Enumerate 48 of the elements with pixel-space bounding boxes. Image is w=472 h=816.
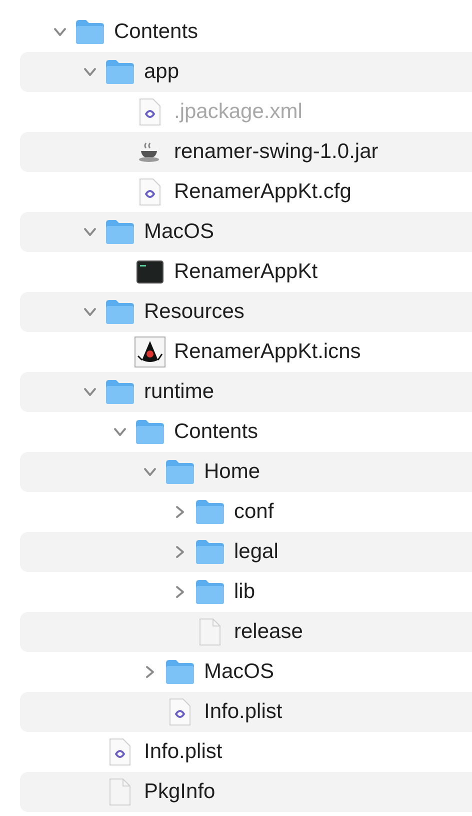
- blank-document-icon: [199, 618, 221, 646]
- file-name[interactable]: PkgInfo: [144, 780, 216, 804]
- file-name[interactable]: Info.plist: [144, 740, 222, 764]
- folder-icon: [165, 659, 195, 685]
- folder-name[interactable]: Home: [204, 460, 260, 484]
- folder-icon: [105, 379, 135, 405]
- disclosure-chevron-icon[interactable]: [173, 545, 187, 559]
- disclosure-chevron-icon[interactable]: [53, 25, 67, 39]
- file-name[interactable]: Info.plist: [204, 700, 282, 724]
- folder-name[interactable]: MacOS: [144, 220, 214, 244]
- disclosure-chevron-icon[interactable]: [143, 665, 157, 679]
- disclosure-chevron-icon[interactable]: [83, 305, 97, 319]
- disclosure-chevron-icon[interactable]: [173, 505, 187, 519]
- disclosure-chevron-icon[interactable]: [83, 225, 97, 239]
- disclosure-chevron-icon[interactable]: [143, 465, 157, 479]
- document-icon: [169, 698, 191, 726]
- folder-icon: [195, 499, 225, 525]
- file-name[interactable]: release: [234, 620, 303, 644]
- folder-icon: [105, 299, 135, 325]
- disclosure-chevron-icon[interactable]: [113, 425, 127, 439]
- disclosure-chevron-icon[interactable]: [83, 385, 97, 399]
- document-icon: [109, 738, 131, 766]
- folder-icon: [195, 539, 225, 565]
- folder-name[interactable]: lib: [234, 580, 256, 604]
- folder-icon: [195, 579, 225, 605]
- folder-name[interactable]: Contents: [114, 20, 198, 44]
- folder-icon: [105, 219, 135, 245]
- folder-icon: [105, 59, 135, 85]
- folder-icon: [135, 419, 165, 445]
- blank-document-icon: [109, 778, 131, 806]
- file-name[interactable]: RenamerAppKt.cfg: [174, 180, 352, 204]
- document-icon: [139, 98, 161, 126]
- mascot-icon: [134, 336, 166, 368]
- file-name[interactable]: RenamerAppKt: [174, 260, 318, 284]
- folder-name[interactable]: Resources: [144, 300, 244, 324]
- disclosure-chevron-icon[interactable]: [173, 585, 187, 599]
- folder-name[interactable]: MacOS: [204, 660, 274, 684]
- folder-name[interactable]: conf: [234, 500, 274, 524]
- folder-name[interactable]: legal: [234, 540, 278, 564]
- file-name[interactable]: RenamerAppKt.icns: [174, 340, 361, 364]
- document-icon: [139, 178, 161, 206]
- folder-name[interactable]: app: [144, 60, 180, 84]
- folder-name[interactable]: runtime: [144, 380, 214, 404]
- disclosure-chevron-icon[interactable]: [83, 65, 97, 79]
- terminal-icon: [136, 260, 164, 284]
- folder-name[interactable]: Contents: [174, 420, 258, 444]
- folder-icon: [165, 459, 195, 485]
- folder-icon: [75, 19, 105, 45]
